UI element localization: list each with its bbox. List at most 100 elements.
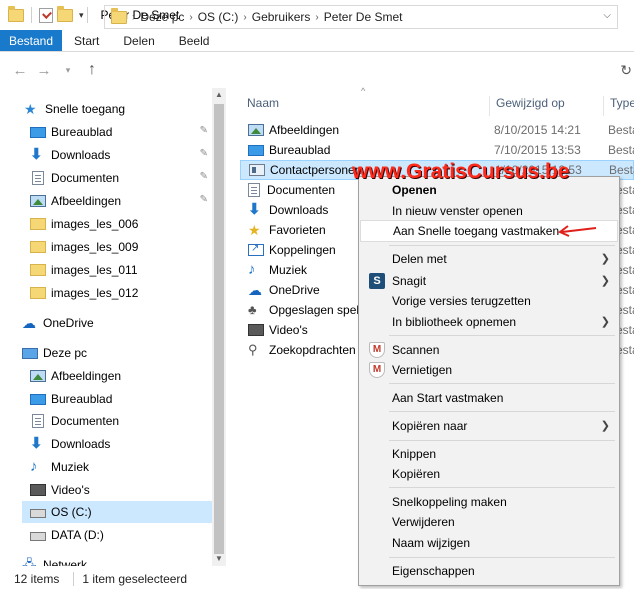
up-arrow-icon[interactable]: ↑ (80, 61, 104, 79)
scroll-up-icon[interactable]: ▲ (212, 88, 226, 102)
nav-onedrive[interactable]: ☁ OneDrive (22, 312, 212, 334)
document-icon (248, 183, 260, 197)
star-icon: ★ (248, 222, 261, 238)
menu-item-new-window[interactable]: In nieuw venster openen (360, 200, 618, 222)
nav-item-downloads[interactable]: ⬇ Downloads ✎ (30, 144, 212, 166)
chevron-right-icon[interactable]: › (243, 12, 246, 23)
forward-arrow-icon[interactable]: → (32, 62, 56, 79)
file-row-bureaublad[interactable]: Bureaublad 7/10/2015 13:53 Besta (240, 140, 634, 160)
tab-bestand[interactable]: Bestand (0, 30, 63, 51)
recent-locations-icon[interactable]: ▾ (56, 65, 80, 76)
nav-scrollbar[interactable]: ▲ ▼ (212, 88, 226, 566)
nav-pc-downloads[interactable]: ⬇ Downloads (30, 433, 212, 455)
menu-label: Vernietigen (392, 363, 453, 377)
tab-beeld[interactable]: Beeld (167, 30, 222, 51)
file-name: Koppelingen (269, 243, 336, 257)
scroll-thumb[interactable] (214, 104, 224, 554)
menu-item-verwijderen[interactable]: Verwijderen (360, 511, 618, 533)
address-bar[interactable]: › Deze pc › OS (C:) › Gebruikers › Peter… (104, 5, 618, 29)
nav-item-documenten[interactable]: Documenten ✎ (30, 167, 212, 189)
nav-pc-bureaublad[interactable]: Bureaublad (30, 388, 212, 410)
nav-label: OS (C:) (51, 505, 92, 519)
desktop-icon (30, 126, 46, 138)
nav-netwerk[interactable]: 🖧 Netwerk (22, 554, 212, 567)
column-header-name[interactable]: Naam (247, 96, 485, 116)
file-name: Documenten (267, 183, 336, 197)
nav-pc-data-d[interactable]: DATA (D:) (30, 524, 212, 546)
new-folder-icon[interactable] (57, 5, 73, 22)
menu-item-restore-versions[interactable]: Vorige versies terugzetten (360, 290, 618, 312)
menu-label: Verwijderen (392, 515, 455, 529)
menu-item-vernietigen[interactable]: M Vernietigen (360, 359, 618, 381)
search-icon: ⚲ (248, 342, 258, 357)
back-arrow-icon[interactable]: ← (8, 62, 32, 79)
column-header-modified[interactable]: Gewijzigd op (489, 96, 601, 116)
menu-item-scannen[interactable]: M Scannen (360, 339, 618, 361)
picture-icon (30, 370, 46, 382)
nav-quick-access[interactable]: ★ Snelle toegang (24, 98, 212, 120)
menu-item-rename[interactable]: Naam wijzigen (360, 532, 618, 554)
nav-deze-pc[interactable]: Deze pc (22, 342, 212, 364)
file-date: 8/10/2015 14:21 (494, 123, 581, 137)
menu-item-create-shortcut[interactable]: Snelkoppeling maken (360, 491, 618, 513)
customize-toolbar-icon[interactable]: ▾ (79, 10, 84, 21)
menu-item-kopieren[interactable]: Kopiëren (360, 463, 618, 485)
music-icon: ♪ (248, 261, 256, 278)
nav-label: Bureaublad (51, 125, 113, 139)
quick-access-toolbar: ▾ (8, 5, 84, 23)
menu-label: Kopiëren (392, 467, 441, 481)
breadcrumb-gebruikers[interactable]: Gebruikers (252, 10, 311, 24)
chevron-right-icon[interactable]: › (132, 12, 135, 23)
tab-delen[interactable]: Delen (111, 30, 166, 51)
nav-label: Documenten (51, 414, 120, 428)
nav-label: DATA (D:) (51, 528, 104, 542)
title-divider (86, 7, 88, 23)
menu-item-include-library[interactable]: In bibliotheek opnemen ❯ (360, 311, 618, 333)
folder-icon (30, 264, 46, 276)
folder-icon (111, 7, 127, 24)
menu-label: Snagit (392, 274, 427, 288)
properties-icon[interactable] (39, 7, 53, 23)
refresh-icon[interactable]: ↻ (620, 62, 632, 79)
nav-label: Video's (51, 483, 90, 497)
file-row-afbeeldingen[interactable]: Afbeeldingen 8/10/2015 14:21 Besta (240, 120, 634, 140)
nav-label: Downloads (51, 148, 111, 162)
menu-item-snagit[interactable]: S Snagit ❯ (360, 270, 618, 292)
menu-item-pin-start[interactable]: Aan Start vastmaken (360, 387, 618, 409)
column-header-type[interactable]: Type (603, 96, 634, 116)
nav-pc-videos[interactable]: Video's (30, 479, 212, 501)
file-name: OneDrive (269, 283, 320, 297)
file-name: Bureaublad (269, 143, 331, 157)
chevron-down-icon[interactable]: ⌵ (603, 10, 611, 21)
chevron-right-icon[interactable]: › (315, 12, 318, 23)
folder-icon (30, 287, 46, 299)
breadcrumb-peter-de-smet[interactable]: Peter De Smet (324, 10, 403, 24)
nav-item-bureaublad[interactable]: Bureaublad ✎ (30, 121, 212, 143)
menu-item-share-with[interactable]: Delen met ❯ (360, 248, 618, 270)
annotation-arrow-icon (558, 225, 597, 237)
file-type: Besta (608, 143, 634, 157)
chevron-right-icon[interactable]: › (189, 12, 192, 23)
nav-item-images-les-012[interactable]: images_les_012 (30, 282, 212, 304)
nav-item-images-les-006[interactable]: images_les_006 (30, 213, 212, 235)
file-name: Opgeslagen spelle (269, 303, 369, 317)
nav-pc-documenten[interactable]: Documenten (30, 410, 212, 432)
menu-separator (389, 557, 615, 558)
menu-separator (389, 487, 615, 488)
menu-item-copy-to[interactable]: Kopiëren naar ❯ (360, 415, 618, 437)
nav-pc-afbeeldingen[interactable]: Afbeeldingen (30, 365, 212, 387)
nav-pc-os-c[interactable]: OS (C:) (22, 501, 212, 523)
menu-item-knippen[interactable]: Knippen (360, 443, 618, 465)
mcafee-shield-icon: M (369, 362, 385, 378)
nav-item-images-les-011[interactable]: images_les_011 (30, 259, 212, 281)
video-icon (30, 484, 46, 496)
breadcrumb-deze-pc[interactable]: Deze pc (140, 10, 184, 24)
nav-pc-muziek[interactable]: ♪ Muziek (30, 456, 212, 478)
nav-item-afbeeldingen[interactable]: Afbeeldingen ✎ (30, 190, 212, 212)
nav-label: Bureaublad (51, 392, 113, 406)
scroll-down-icon[interactable]: ▼ (212, 552, 226, 566)
breadcrumb-os-c[interactable]: OS (C:) (198, 10, 239, 24)
menu-label: Openen (392, 183, 437, 197)
nav-item-images-les-009[interactable]: images_les_009 (30, 236, 212, 258)
tab-start[interactable]: Start (62, 30, 111, 51)
